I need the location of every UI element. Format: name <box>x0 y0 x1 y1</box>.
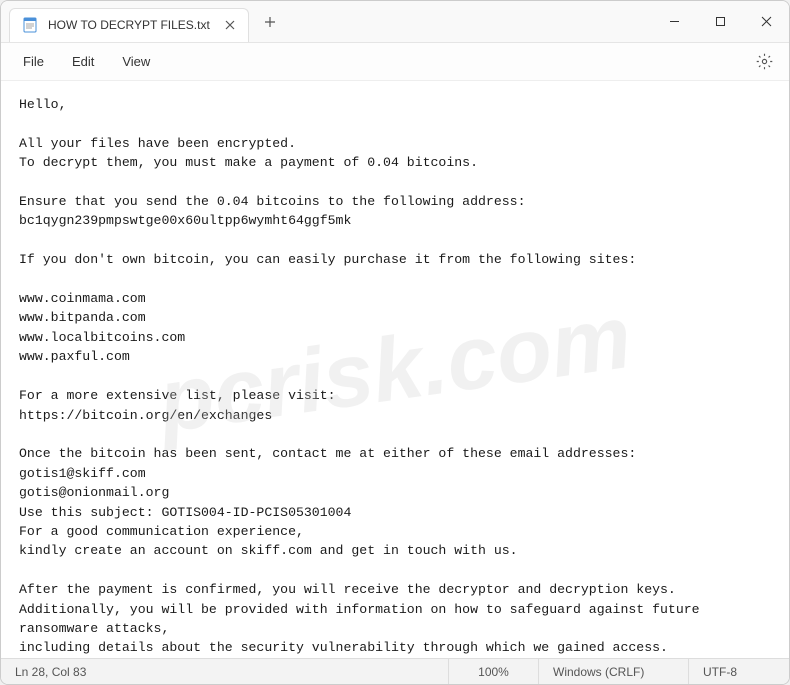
tab-title: HOW TO DECRYPT FILES.txt <box>48 18 212 32</box>
close-button[interactable] <box>743 1 789 43</box>
window-controls <box>651 1 789 43</box>
statusbar: Ln 28, Col 83 100% Windows (CRLF) UTF-8 <box>1 658 789 684</box>
menubar: File Edit View <box>1 43 789 81</box>
menu-edit[interactable]: Edit <box>60 48 106 75</box>
notepad-window: HOW TO DECRYPT FILES.txt File Edit View <box>0 0 790 685</box>
status-position: Ln 28, Col 83 <box>1 659 449 684</box>
status-encoding[interactable]: UTF-8 <box>689 659 789 684</box>
new-tab-button[interactable] <box>255 7 285 37</box>
notepad-icon <box>22 17 38 33</box>
minimize-button[interactable] <box>651 1 697 43</box>
titlebar: HOW TO DECRYPT FILES.txt <box>1 1 789 43</box>
menu-file[interactable]: File <box>11 48 56 75</box>
settings-button[interactable] <box>749 47 779 77</box>
status-line-ending[interactable]: Windows (CRLF) <box>539 659 689 684</box>
menu-view[interactable]: View <box>110 48 162 75</box>
close-tab-icon[interactable] <box>222 17 238 33</box>
content-area: pcrisk.com Hello, All your files have be… <box>1 81 789 658</box>
maximize-button[interactable] <box>697 1 743 43</box>
text-content[interactable]: Hello, All your files have been encrypte… <box>1 81 789 658</box>
status-zoom[interactable]: 100% <box>449 659 539 684</box>
file-tab[interactable]: HOW TO DECRYPT FILES.txt <box>9 8 249 42</box>
